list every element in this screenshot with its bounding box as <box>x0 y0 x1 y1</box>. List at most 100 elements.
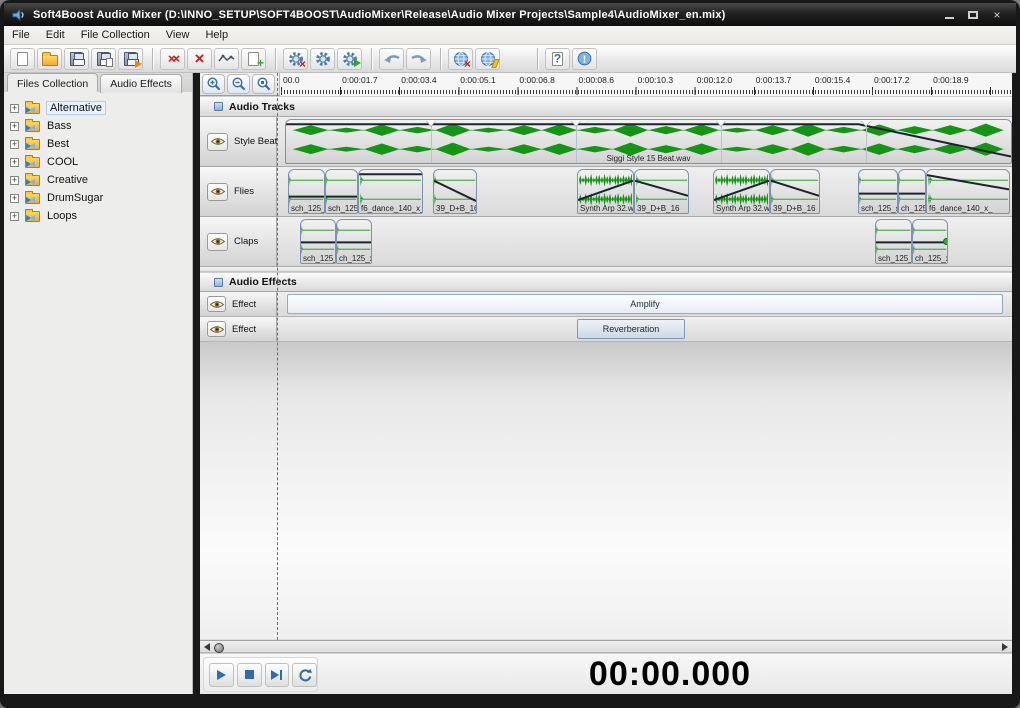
effect-remove-button[interactable]: × <box>283 47 308 71</box>
effect-bar-amplify[interactable]: Amplify <box>287 294 1003 314</box>
section-title: Audio Effects <box>229 276 297 288</box>
audio-clip[interactable]: f6_dance_140_x_ <box>926 169 1010 214</box>
clip-label: f6_dance_140_x_ <box>929 204 993 213</box>
close-button[interactable]: × <box>990 9 1004 21</box>
web-offline-button[interactable]: × <box>448 47 473 71</box>
help-button[interactable]: ? <box>545 47 570 70</box>
minimize-button[interactable] <box>942 10 956 20</box>
audio-clip[interactable]: sch_125_x <box>288 169 325 214</box>
audio-clip[interactable]: ch_125_d <box>898 169 926 214</box>
envelope-point[interactable] <box>943 237 947 245</box>
ruler-label: 0:00:08.6 <box>578 74 614 85</box>
mixdown-view-button[interactable] <box>214 47 239 70</box>
delete-selected-button[interactable]: × <box>187 47 212 70</box>
audio-clip[interactable]: Synth Arp 32.wav <box>577 169 634 214</box>
audio-clip[interactable]: sch_125_x <box>875 219 912 264</box>
expand-icon[interactable]: + <box>10 157 19 167</box>
scroll-right-arrow[interactable] <box>1002 643 1008 651</box>
loop-marker[interactable] <box>571 120 581 126</box>
loop-marker[interactable] <box>426 120 436 126</box>
scrollbar-thumb[interactable] <box>214 642 224 653</box>
menu-edit[interactable]: Edit <box>38 27 73 43</box>
expand-icon[interactable]: + <box>10 139 19 149</box>
loop-marker[interactable] <box>716 120 726 126</box>
audio-clip[interactable]: 39_D+B_16 <box>634 169 689 214</box>
transport-controls <box>203 657 318 692</box>
eye-icon <box>210 238 225 245</box>
tree-item-alternative[interactable]: + Alternative <box>10 99 192 117</box>
add-to-mix-button[interactable]: + <box>241 47 266 70</box>
audio-clip[interactable]: Siggi Style 15 Beat.wav <box>285 119 1012 164</box>
open-project-button[interactable] <box>37 47 62 70</box>
effect-visibility-button[interactable] <box>207 296 226 312</box>
audio-clip[interactable]: 39_D+B_16 <box>433 169 477 214</box>
tree-item-creative[interactable]: + Creative <box>10 171 192 189</box>
undo-button[interactable] <box>379 47 404 70</box>
title-bar[interactable]: Soft4Boost Audio Mixer (D:\INNO_SETUP\SO… <box>4 3 1016 26</box>
effect-lane[interactable]: Amplify <box>277 292 1012 316</box>
save-project-export-button[interactable] <box>118 47 143 70</box>
tree-item-loops[interactable]: + Loops <box>10 207 192 225</box>
expand-icon[interactable]: + <box>10 193 19 203</box>
track-lane[interactable]: Siggi Style 15 Beat.wav <box>277 117 1012 166</box>
audio-clip[interactable]: Synth Arp 32.wav <box>713 169 770 214</box>
effect-settings-button[interactable] <box>310 47 335 70</box>
delete-icon: × <box>194 48 205 68</box>
zoom-fit-button[interactable] <box>252 74 275 94</box>
scroll-left-arrow[interactable] <box>204 643 210 651</box>
track-visibility-button[interactable] <box>207 182 228 201</box>
menu-view[interactable]: View <box>158 27 198 43</box>
zoom-in-button[interactable] <box>202 74 225 94</box>
toolbar-separator <box>275 47 276 70</box>
save-project-as-button[interactable] <box>91 47 116 70</box>
new-project-button[interactable] <box>10 47 35 70</box>
collection-tree: + Alternative + Bass + Best + COOL + Cre… <box>4 92 192 225</box>
menu-help[interactable]: Help <box>197 27 236 43</box>
expand-icon[interactable]: + <box>10 175 19 185</box>
loop-marker[interactable] <box>861 120 871 126</box>
tree-item-cool[interactable]: + COOL <box>10 153 192 171</box>
audio-clip[interactable]: f6_dance_140_x_ <box>358 169 423 214</box>
stop-button[interactable] <box>236 662 262 687</box>
web-home-button[interactable] <box>475 47 500 70</box>
effect-lane[interactable]: Reverberation <box>277 317 1012 341</box>
play-button[interactable] <box>209 662 234 687</box>
toolbar-separator <box>440 47 441 70</box>
tree-item-bass[interactable]: + Bass <box>10 117 192 135</box>
about-button[interactable]: ! <box>572 47 597 70</box>
go-to-end-button[interactable] <box>264 662 290 687</box>
tab-audio-effects[interactable]: Audio Effects <box>100 74 182 93</box>
tree-item-best[interactable]: + Best <box>10 135 192 153</box>
tree-item-label: Best <box>47 138 70 150</box>
save-project-button[interactable] <box>64 47 89 70</box>
audio-clip[interactable]: ch_125_x <box>336 219 372 264</box>
audio-clip[interactable]: sch_125_x <box>300 219 336 264</box>
expand-icon[interactable]: + <box>10 211 19 221</box>
zoom-fit-icon <box>256 77 271 91</box>
menu-file-collection[interactable]: File Collection <box>73 27 158 43</box>
effect-visibility-button[interactable] <box>207 321 226 337</box>
menu-file[interactable]: File <box>4 27 38 43</box>
track-lane[interactable]: sch_125_x ch_125_x sch_125_x ch_125_x <box>277 217 1012 266</box>
expand-icon[interactable]: + <box>10 103 19 113</box>
delete-all-button[interactable]: ×× <box>160 47 185 70</box>
horizontal-scrollbar[interactable] <box>200 640 1012 653</box>
audio-clip[interactable]: 39_D+B_16 <box>770 169 820 214</box>
track-visibility-button[interactable] <box>207 132 228 151</box>
toolbar: ×× × + × × ? ! <box>4 45 1016 73</box>
track-lane[interactable]: sch_125_x sch_125_x f6_dance_140_x_ 39_D… <box>277 167 1012 216</box>
effect-apply-button[interactable] <box>337 47 362 70</box>
redo-button[interactable] <box>406 47 431 70</box>
time-ruler[interactable]: 00.0 0:00:01.7 0:00:03.4 0:00:05.1 0:00:06.8… <box>279 72 1012 96</box>
audio-clip[interactable]: sch_125_s <box>858 169 898 214</box>
maximize-button[interactable] <box>966 10 980 20</box>
effect-bar-reverberation[interactable]: Reverberation <box>577 319 685 339</box>
track-visibility-button[interactable] <box>207 232 228 251</box>
audio-clip[interactable]: sch_125_x <box>325 169 358 214</box>
zoom-out-button[interactable] <box>227 74 250 94</box>
audio-clip[interactable]: ch_125_x <box>912 219 948 264</box>
loop-button[interactable] <box>292 662 317 687</box>
tab-files-collection[interactable]: Files Collection <box>7 73 99 92</box>
expand-icon[interactable]: + <box>10 121 19 131</box>
tree-item-drumsugar[interactable]: + DrumSugar <box>10 189 192 207</box>
